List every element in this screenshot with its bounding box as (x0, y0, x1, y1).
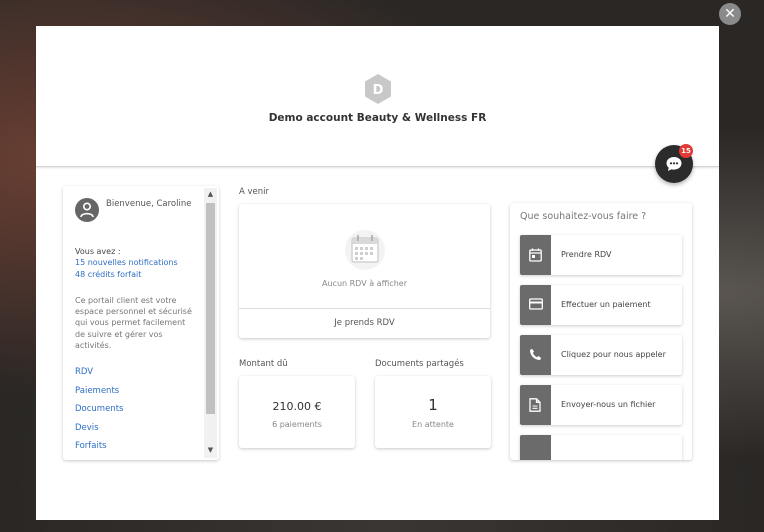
action-call-us[interactable]: Cliquez pour nous appeler (520, 335, 682, 375)
action-make-payment[interactable]: Effectuer un paiement (520, 285, 682, 325)
welcome-text: Bienvenue, Caroline (106, 199, 192, 209)
notifications-link[interactable]: 15 nouvelles notifications (75, 258, 178, 267)
close-button[interactable]: ✕ (719, 3, 741, 25)
shared-docs-value: 1 (428, 396, 438, 414)
avatar (75, 198, 99, 222)
sidebar-item-documents[interactable]: Documents (75, 402, 193, 421)
portal-description: Ce portail client est votre espace perso… (75, 296, 192, 350)
action-label: Effectuer un paiement (561, 300, 651, 309)
scroll-thumb[interactable] (206, 203, 215, 414)
vous-avez-label: Vous avez : (75, 247, 121, 256)
action-icon-box (520, 335, 551, 375)
chat-button[interactable]: 15 (655, 144, 693, 183)
portal-modal: D Demo account Beauty & Wellness FR 15 B… (36, 26, 719, 520)
sidebar-item-paiements[interactable]: Paiements (75, 384, 193, 403)
action-icon-box (520, 235, 551, 275)
file-icon (529, 398, 541, 412)
brand-logo: D (365, 74, 391, 104)
portal-header: D Demo account Beauty & Wellness FR (36, 26, 719, 167)
amount-due-sub: 6 paiements (272, 420, 322, 429)
chat-badge: 15 (679, 144, 693, 158)
shared-docs-card[interactable]: 1 En attente (375, 376, 491, 448)
upcoming-card: Aucun RDV à afficher Je prends RDV (239, 204, 490, 338)
action-label: Cliquez pour nous appeler (561, 350, 666, 359)
client-sidebar: Bienvenue, Caroline Vous avez : 15 nouve… (63, 186, 219, 460)
sidebar-item-rdv[interactable]: RDV (75, 365, 193, 384)
user-icon (80, 202, 94, 218)
action-book-appointment[interactable]: Prendre RDV (520, 235, 682, 275)
actions-card: Que souhaitez-vous faire ? Prendre RDV E… (510, 203, 692, 460)
upcoming-label: A venir (239, 187, 270, 197)
shared-docs-sub: En attente (412, 420, 454, 429)
scroll-up-arrow-icon[interactable]: ▲ (206, 190, 215, 199)
account-name: Demo account Beauty & Wellness FR (268, 112, 487, 124)
scroll-down-arrow-icon[interactable]: ▼ (206, 446, 215, 455)
action-icon-box (520, 385, 551, 425)
action-icon-box (520, 285, 551, 325)
action-send-file[interactable]: Envoyer-nous un fichier (520, 385, 682, 425)
credit-card-icon (529, 298, 543, 310)
book-appointment-button[interactable]: Je prends RDV (239, 309, 490, 338)
phone-icon (530, 348, 542, 360)
close-icon: ✕ (724, 6, 736, 22)
action-icon-box (520, 435, 551, 460)
sidebar-item-devis[interactable]: Devis (75, 421, 193, 440)
action-label: Envoyer-nous un fichier (561, 400, 656, 409)
sidebar-nav: RDV Paiements Documents Devis Forfaits (75, 365, 193, 458)
amount-due-label: Montant dû (239, 359, 288, 369)
credits-link[interactable]: 48 crédits forfait (75, 270, 141, 279)
shared-docs-label: Documents partagés (375, 359, 464, 369)
amount-due-value: 210.00 € (272, 400, 322, 413)
sidebar-scrollbar[interactable]: ▲ ▼ (204, 188, 217, 458)
action-more[interactable] (520, 435, 682, 460)
actions-title: Que souhaitez-vous faire ? (520, 211, 647, 222)
calendar-icon (345, 230, 385, 270)
no-appointment-text: Aucun RDV à afficher (322, 279, 407, 288)
action-label: Prendre RDV (561, 250, 612, 259)
logo-letter: D (373, 83, 384, 98)
sidebar-item-forfaits[interactable]: Forfaits (75, 439, 193, 458)
chat-icon (666, 157, 682, 171)
amount-due-card[interactable]: 210.00 € 6 paiements (239, 376, 355, 448)
calendar-icon (529, 248, 542, 262)
